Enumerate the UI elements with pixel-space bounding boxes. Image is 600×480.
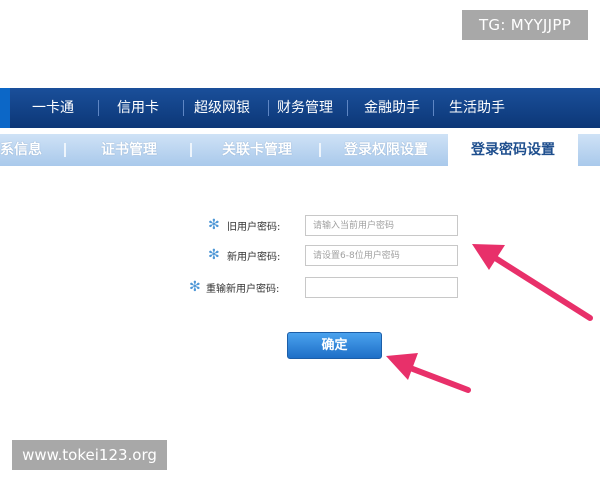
- arrow-pointing-to-password-input-icon: [472, 244, 593, 321]
- arrow-shaft: [402, 363, 471, 393]
- arrow-shaft: [489, 253, 593, 321]
- arrow-head: [472, 244, 505, 270]
- annotation-arrows: [386, 244, 593, 393]
- arrow-pointing-to-confirm-button-icon: [386, 353, 471, 393]
- site-watermark: www.tokei123.org: [12, 440, 167, 470]
